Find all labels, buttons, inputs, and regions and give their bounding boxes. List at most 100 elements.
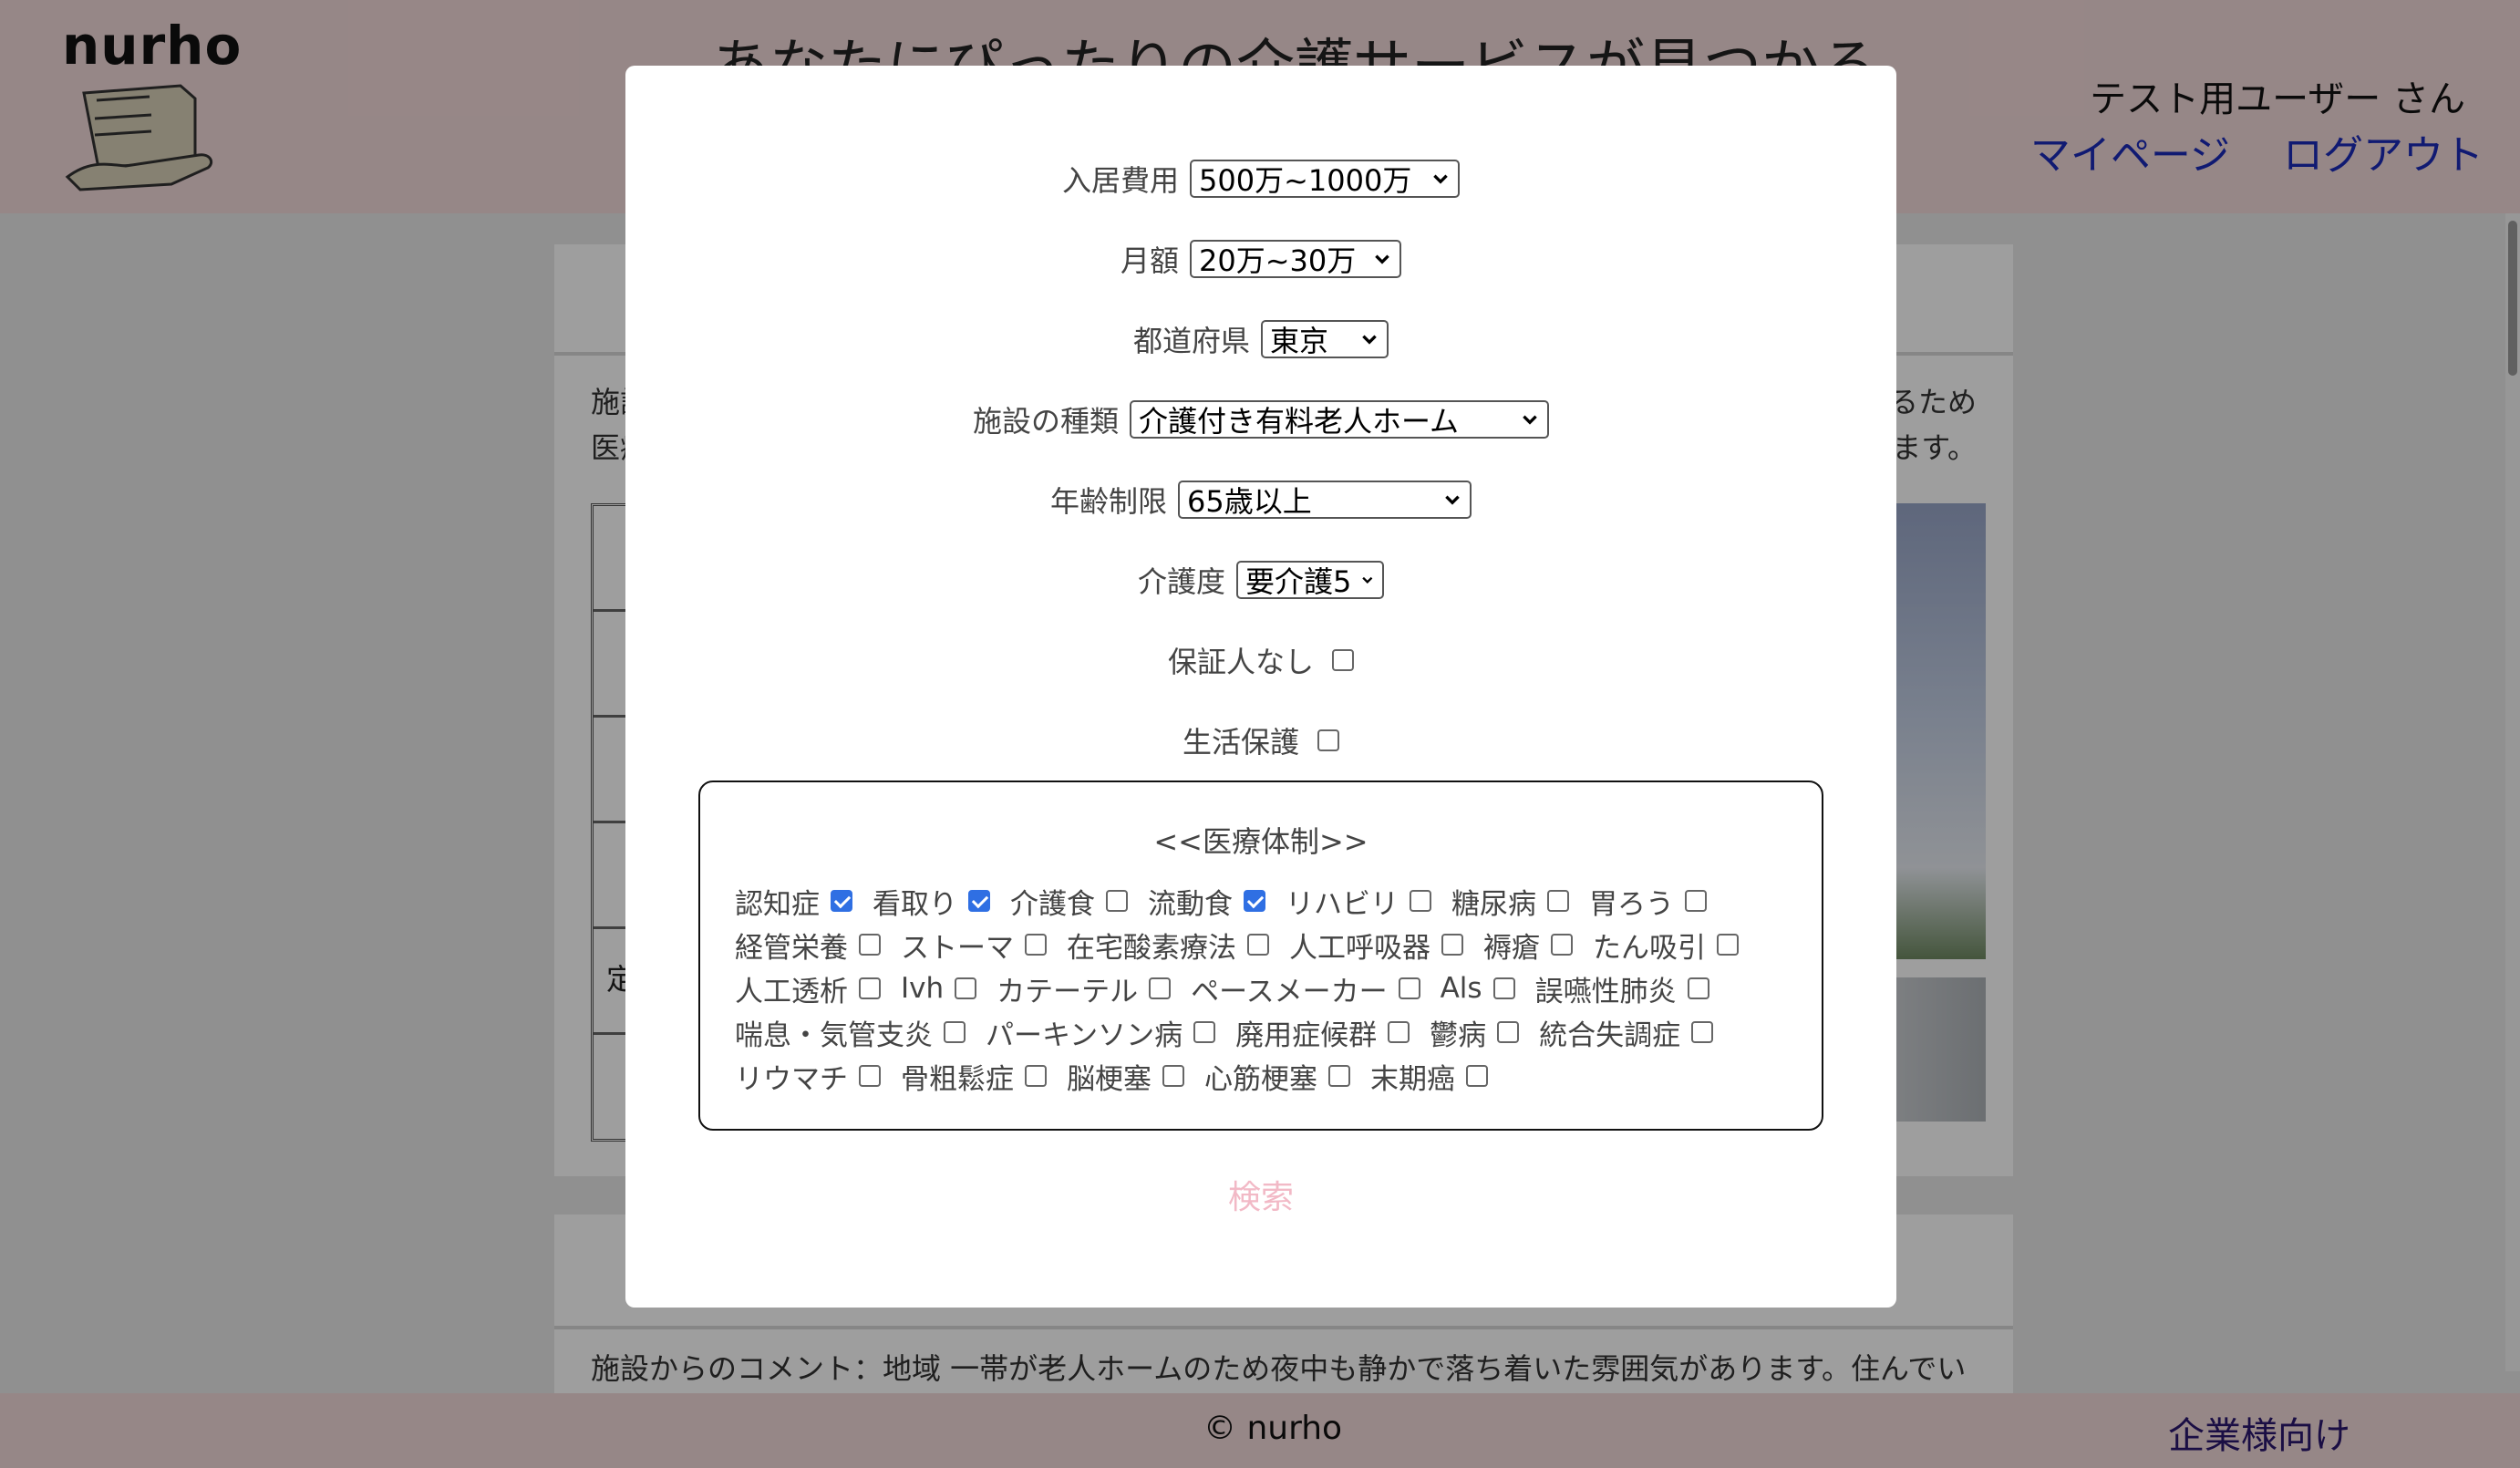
care-level-value: 要介護5 xyxy=(1245,564,1352,599)
medical-option-checkbox[interactable] xyxy=(1025,1065,1047,1087)
medical-option-checkbox[interactable] xyxy=(1328,1065,1350,1087)
medical-option[interactable]: 人工呼吸器 xyxy=(1289,928,1463,965)
medical-option-label: 人工透析 xyxy=(735,975,848,1008)
medical-option[interactable]: Ivh xyxy=(901,972,977,1005)
medical-option[interactable]: 在宅酸素療法 xyxy=(1067,928,1269,965)
chevron-down-icon xyxy=(1375,254,1389,264)
medical-option[interactable]: リハビリ xyxy=(1286,884,1431,921)
medical-option-checkbox[interactable] xyxy=(1717,934,1739,956)
monthly-fee-label: 月額 xyxy=(1120,243,1179,278)
medical-option-checkbox[interactable] xyxy=(1547,890,1569,912)
medical-option-label: たん吸引 xyxy=(1593,931,1706,965)
medical-option[interactable]: 経管栄養 xyxy=(735,928,881,965)
medical-option[interactable]: ストーマ xyxy=(901,928,1047,965)
medical-option[interactable]: 看取り xyxy=(873,884,990,921)
search-button[interactable]: 検索 xyxy=(625,1171,1896,1225)
no-guarantor-checkbox[interactable] xyxy=(1332,649,1354,671)
medical-option-checkbox[interactable] xyxy=(1025,934,1047,956)
medical-option-checkbox[interactable] xyxy=(1687,977,1709,999)
medical-option-label: リハビリ xyxy=(1286,887,1399,921)
medical-option[interactable]: Als xyxy=(1441,972,1515,1005)
entry-fee-value: 500万~1000万 xyxy=(1199,163,1412,198)
facility-type-value: 介護付き有料老人ホーム xyxy=(1139,404,1460,439)
medical-option-label: ストーマ xyxy=(901,931,1014,965)
monthly-fee-select[interactable]: 20万~30万 xyxy=(1190,240,1401,278)
age-limit-select[interactable]: 65歳以上 xyxy=(1178,481,1472,519)
medical-option-checkbox[interactable] xyxy=(968,890,990,912)
welfare-row: 生活保護 xyxy=(625,718,1896,763)
medical-option-checkbox[interactable] xyxy=(944,1021,966,1043)
medical-option-checkbox[interactable] xyxy=(859,934,881,956)
medical-option-checkbox[interactable] xyxy=(1685,890,1707,912)
medical-option[interactable]: 心筋梗塞 xyxy=(1204,1060,1350,1096)
medical-option-checkbox[interactable] xyxy=(1149,977,1172,999)
medical-option-label: 末期癌 xyxy=(1370,1062,1455,1096)
medical-option-label: ペースメーカー xyxy=(1191,975,1388,1008)
medical-option[interactable]: 脳梗塞 xyxy=(1067,1060,1184,1096)
medical-option-label: 統合失調症 xyxy=(1539,1018,1681,1052)
medical-option-label: 心筋梗塞 xyxy=(1204,1062,1317,1096)
medical-option[interactable]: 流動食 xyxy=(1148,884,1265,921)
medical-option-label: 鬱病 xyxy=(1430,1018,1487,1052)
medical-option[interactable]: たん吸引 xyxy=(1593,928,1739,965)
medical-option-label: 看取り xyxy=(873,887,957,921)
medical-option[interactable]: 統合失調症 xyxy=(1539,1016,1714,1052)
entry-fee-label: 入居費用 xyxy=(1061,163,1179,198)
medical-option-checkbox[interactable] xyxy=(859,1065,881,1087)
medical-option-checkbox[interactable] xyxy=(955,977,977,999)
medical-option-label: 認知症 xyxy=(735,887,820,921)
medical-option-label: 誤嚥性肺炎 xyxy=(1534,975,1677,1008)
medical-option-label: 介護食 xyxy=(1010,887,1095,921)
no-guarantor-row: 保証人なし xyxy=(625,637,1896,683)
medical-option-checkbox[interactable] xyxy=(859,977,881,999)
medical-option-checkbox[interactable] xyxy=(1497,1021,1520,1043)
medical-option[interactable]: 胃ろう xyxy=(1589,884,1707,921)
medical-option-checkbox[interactable] xyxy=(1247,934,1269,956)
medical-option[interactable]: 廃用症候群 xyxy=(1235,1016,1410,1052)
medical-option-checkbox[interactable] xyxy=(1466,1065,1488,1087)
search-modal: 入居費用 500万~1000万 月額 20万~30万 都道府県 東京 施設の種類… xyxy=(625,66,1896,1308)
medical-option-label: 流動食 xyxy=(1148,887,1233,921)
care-level-select[interactable]: 要介護5 xyxy=(1236,561,1384,599)
medical-option-label: リウマチ xyxy=(735,1062,848,1096)
entry-fee-select[interactable]: 500万~1000万 xyxy=(1190,160,1460,198)
medical-option[interactable]: 介護食 xyxy=(1010,884,1128,921)
medical-option-checkbox[interactable] xyxy=(1492,977,1515,999)
medical-option-checkbox[interactable] xyxy=(1244,890,1265,912)
medical-option-checkbox[interactable] xyxy=(1691,1021,1714,1043)
medical-support-options: 認知症 看取り 介護食 流動食 リハビリ 糖尿病 胃ろう経管栄養 ストーマ 在宅酸素療法 人工呼吸… xyxy=(735,884,1811,1096)
facility-type-select[interactable]: 介護付き有料老人ホーム xyxy=(1130,400,1549,439)
medical-option[interactable]: 褥瘡 xyxy=(1483,928,1573,965)
medical-option[interactable]: 鬱病 xyxy=(1430,1016,1520,1052)
medical-option-label: 褥瘡 xyxy=(1483,931,1540,965)
medical-option-label: Als xyxy=(1440,972,1482,1005)
medical-option[interactable]: パーキンソン病 xyxy=(986,1016,1216,1052)
medical-option-checkbox[interactable] xyxy=(1162,1065,1184,1087)
medical-option-checkbox[interactable] xyxy=(1193,1021,1216,1043)
medical-option[interactable]: 喘息・気管支炎 xyxy=(735,1016,966,1052)
entry-fee-row: 入居費用 500万~1000万 xyxy=(625,156,1896,202)
medical-option[interactable]: 末期癌 xyxy=(1370,1060,1488,1096)
medical-option[interactable]: ペースメーカー xyxy=(1191,972,1420,1008)
medical-option[interactable]: カテーテル xyxy=(997,972,1172,1008)
welfare-checkbox[interactable] xyxy=(1317,729,1339,751)
medical-option-checkbox[interactable] xyxy=(1551,934,1573,956)
medical-option-checkbox[interactable] xyxy=(1388,1021,1410,1043)
medical-option-label: 喘息・気管支炎 xyxy=(735,1018,933,1052)
medical-option[interactable]: 認知症 xyxy=(735,884,852,921)
medical-option[interactable]: 人工透析 xyxy=(735,972,881,1008)
medical-option[interactable]: 骨粗鬆症 xyxy=(901,1060,1047,1096)
medical-option[interactable]: リウマチ xyxy=(735,1060,881,1096)
chevron-down-icon xyxy=(1433,174,1448,184)
age-limit-row: 年齢制限 65歳以上 xyxy=(625,477,1896,522)
medical-option-checkbox[interactable] xyxy=(1410,890,1431,912)
medical-option-checkbox[interactable] xyxy=(1441,934,1463,956)
medical-option[interactable]: 誤嚥性肺炎 xyxy=(1535,972,1709,1008)
prefecture-select[interactable]: 東京 xyxy=(1261,320,1389,358)
age-limit-label: 年齢制限 xyxy=(1049,484,1167,519)
medical-option-checkbox[interactable] xyxy=(1106,890,1128,912)
medical-option-checkbox[interactable] xyxy=(831,890,852,912)
medical-option[interactable]: 糖尿病 xyxy=(1451,884,1569,921)
medical-option-checkbox[interactable] xyxy=(1398,977,1420,999)
monthly-fee-value: 20万~30万 xyxy=(1199,243,1357,278)
